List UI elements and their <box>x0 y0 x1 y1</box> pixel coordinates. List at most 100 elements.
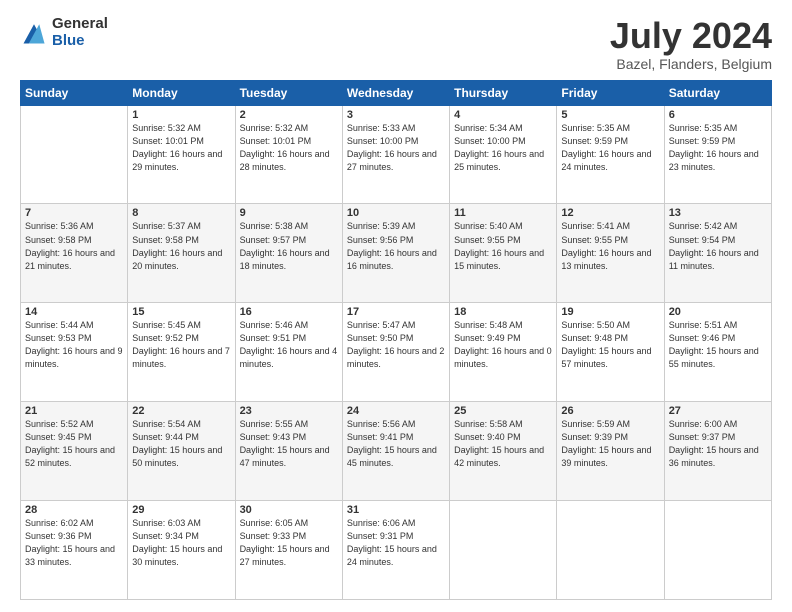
day-cell: 15 Sunrise: 5:45 AMSunset: 9:52 PMDaylig… <box>128 303 235 402</box>
day-number: 22 <box>132 405 230 417</box>
col-header-tuesday: Tuesday <box>235 80 342 105</box>
day-number: 16 <box>240 306 338 318</box>
day-info: Sunrise: 6:06 AMSunset: 9:31 PMDaylight:… <box>347 517 445 569</box>
col-header-thursday: Thursday <box>450 80 557 105</box>
logo-icon <box>20 19 48 47</box>
day-cell: 6 Sunrise: 5:35 AMSunset: 9:59 PMDayligh… <box>664 105 771 204</box>
day-number: 7 <box>25 207 123 219</box>
page: General Blue July 2024 Bazel, Flanders, … <box>0 0 792 612</box>
logo-blue: Blue <box>52 33 108 50</box>
day-number: 14 <box>25 306 123 318</box>
day-cell: 23 Sunrise: 5:55 AMSunset: 9:43 PMDaylig… <box>235 402 342 501</box>
location-subtitle: Bazel, Flanders, Belgium <box>610 56 772 72</box>
logo-general: General <box>52 16 108 33</box>
day-info: Sunrise: 5:38 AMSunset: 9:57 PMDaylight:… <box>240 220 338 272</box>
day-number: 24 <box>347 405 445 417</box>
col-header-monday: Monday <box>128 80 235 105</box>
day-number: 13 <box>669 207 767 219</box>
day-number: 23 <box>240 405 338 417</box>
day-cell: 9 Sunrise: 5:38 AMSunset: 9:57 PMDayligh… <box>235 204 342 303</box>
col-header-friday: Friday <box>557 80 664 105</box>
day-number: 4 <box>454 109 552 121</box>
day-info: Sunrise: 5:45 AMSunset: 9:52 PMDaylight:… <box>132 319 230 371</box>
col-header-wednesday: Wednesday <box>342 80 449 105</box>
day-info: Sunrise: 5:32 AMSunset: 10:01 PMDaylight… <box>240 122 338 174</box>
day-cell: 14 Sunrise: 5:44 AMSunset: 9:53 PMDaylig… <box>21 303 128 402</box>
day-info: Sunrise: 5:50 AMSunset: 9:48 PMDaylight:… <box>561 319 659 371</box>
day-cell: 20 Sunrise: 5:51 AMSunset: 9:46 PMDaylig… <box>664 303 771 402</box>
day-cell: 8 Sunrise: 5:37 AMSunset: 9:58 PMDayligh… <box>128 204 235 303</box>
day-cell: 5 Sunrise: 5:35 AMSunset: 9:59 PMDayligh… <box>557 105 664 204</box>
week-row-4: 21 Sunrise: 5:52 AMSunset: 9:45 PMDaylig… <box>21 402 772 501</box>
day-cell: 10 Sunrise: 5:39 AMSunset: 9:56 PMDaylig… <box>342 204 449 303</box>
day-info: Sunrise: 5:34 AMSunset: 10:00 PMDaylight… <box>454 122 552 174</box>
day-number: 10 <box>347 207 445 219</box>
day-cell: 24 Sunrise: 5:56 AMSunset: 9:41 PMDaylig… <box>342 402 449 501</box>
day-cell: 28 Sunrise: 6:02 AMSunset: 9:36 PMDaylig… <box>21 501 128 600</box>
day-cell: 12 Sunrise: 5:41 AMSunset: 9:55 PMDaylig… <box>557 204 664 303</box>
day-info: Sunrise: 6:05 AMSunset: 9:33 PMDaylight:… <box>240 517 338 569</box>
day-cell: 30 Sunrise: 6:05 AMSunset: 9:33 PMDaylig… <box>235 501 342 600</box>
day-info: Sunrise: 6:03 AMSunset: 9:34 PMDaylight:… <box>132 517 230 569</box>
day-number: 25 <box>454 405 552 417</box>
header: General Blue July 2024 Bazel, Flanders, … <box>20 16 772 72</box>
day-cell <box>664 501 771 600</box>
day-number: 11 <box>454 207 552 219</box>
day-cell: 26 Sunrise: 5:59 AMSunset: 9:39 PMDaylig… <box>557 402 664 501</box>
day-number: 18 <box>454 306 552 318</box>
day-info: Sunrise: 5:46 AMSunset: 9:51 PMDaylight:… <box>240 319 338 371</box>
day-info: Sunrise: 5:54 AMSunset: 9:44 PMDaylight:… <box>132 418 230 470</box>
day-cell: 29 Sunrise: 6:03 AMSunset: 9:34 PMDaylig… <box>128 501 235 600</box>
day-cell: 22 Sunrise: 5:54 AMSunset: 9:44 PMDaylig… <box>128 402 235 501</box>
day-info: Sunrise: 5:55 AMSunset: 9:43 PMDaylight:… <box>240 418 338 470</box>
day-number: 1 <box>132 109 230 121</box>
day-info: Sunrise: 5:36 AMSunset: 9:58 PMDaylight:… <box>25 220 123 272</box>
day-info: Sunrise: 5:35 AMSunset: 9:59 PMDaylight:… <box>561 122 659 174</box>
day-cell: 16 Sunrise: 5:46 AMSunset: 9:51 PMDaylig… <box>235 303 342 402</box>
day-number: 19 <box>561 306 659 318</box>
day-cell <box>557 501 664 600</box>
day-number: 6 <box>669 109 767 121</box>
day-info: Sunrise: 5:33 AMSunset: 10:00 PMDaylight… <box>347 122 445 174</box>
day-cell: 2 Sunrise: 5:32 AMSunset: 10:01 PMDaylig… <box>235 105 342 204</box>
title-block: July 2024 Bazel, Flanders, Belgium <box>610 16 772 72</box>
day-info: Sunrise: 6:00 AMSunset: 9:37 PMDaylight:… <box>669 418 767 470</box>
col-header-saturday: Saturday <box>664 80 771 105</box>
day-number: 12 <box>561 207 659 219</box>
day-cell: 3 Sunrise: 5:33 AMSunset: 10:00 PMDaylig… <box>342 105 449 204</box>
day-info: Sunrise: 5:59 AMSunset: 9:39 PMDaylight:… <box>561 418 659 470</box>
week-row-3: 14 Sunrise: 5:44 AMSunset: 9:53 PMDaylig… <box>21 303 772 402</box>
day-info: Sunrise: 5:58 AMSunset: 9:40 PMDaylight:… <box>454 418 552 470</box>
day-number: 26 <box>561 405 659 417</box>
day-number: 29 <box>132 504 230 516</box>
day-cell: 1 Sunrise: 5:32 AMSunset: 10:01 PMDaylig… <box>128 105 235 204</box>
day-info: Sunrise: 5:47 AMSunset: 9:50 PMDaylight:… <box>347 319 445 371</box>
day-info: Sunrise: 5:35 AMSunset: 9:59 PMDaylight:… <box>669 122 767 174</box>
day-info: Sunrise: 5:39 AMSunset: 9:56 PMDaylight:… <box>347 220 445 272</box>
day-info: Sunrise: 5:51 AMSunset: 9:46 PMDaylight:… <box>669 319 767 371</box>
day-cell: 31 Sunrise: 6:06 AMSunset: 9:31 PMDaylig… <box>342 501 449 600</box>
day-number: 8 <box>132 207 230 219</box>
day-info: Sunrise: 5:32 AMSunset: 10:01 PMDaylight… <box>132 122 230 174</box>
day-info: Sunrise: 5:44 AMSunset: 9:53 PMDaylight:… <box>25 319 123 371</box>
month-year-title: July 2024 <box>610 16 772 56</box>
day-info: Sunrise: 5:52 AMSunset: 9:45 PMDaylight:… <box>25 418 123 470</box>
day-cell <box>450 501 557 600</box>
logo: General Blue <box>20 16 108 49</box>
calendar-table: SundayMondayTuesdayWednesdayThursdayFrid… <box>20 80 772 600</box>
header-row: SundayMondayTuesdayWednesdayThursdayFrid… <box>21 80 772 105</box>
day-number: 3 <box>347 109 445 121</box>
logo-text: General Blue <box>52 16 108 49</box>
day-cell: 19 Sunrise: 5:50 AMSunset: 9:48 PMDaylig… <box>557 303 664 402</box>
day-number: 20 <box>669 306 767 318</box>
day-cell: 4 Sunrise: 5:34 AMSunset: 10:00 PMDaylig… <box>450 105 557 204</box>
day-cell: 11 Sunrise: 5:40 AMSunset: 9:55 PMDaylig… <box>450 204 557 303</box>
day-number: 30 <box>240 504 338 516</box>
day-cell: 13 Sunrise: 5:42 AMSunset: 9:54 PMDaylig… <box>664 204 771 303</box>
day-number: 9 <box>240 207 338 219</box>
day-info: Sunrise: 5:40 AMSunset: 9:55 PMDaylight:… <box>454 220 552 272</box>
day-cell: 17 Sunrise: 5:47 AMSunset: 9:50 PMDaylig… <box>342 303 449 402</box>
day-cell: 27 Sunrise: 6:00 AMSunset: 9:37 PMDaylig… <box>664 402 771 501</box>
day-cell: 21 Sunrise: 5:52 AMSunset: 9:45 PMDaylig… <box>21 402 128 501</box>
day-number: 31 <box>347 504 445 516</box>
